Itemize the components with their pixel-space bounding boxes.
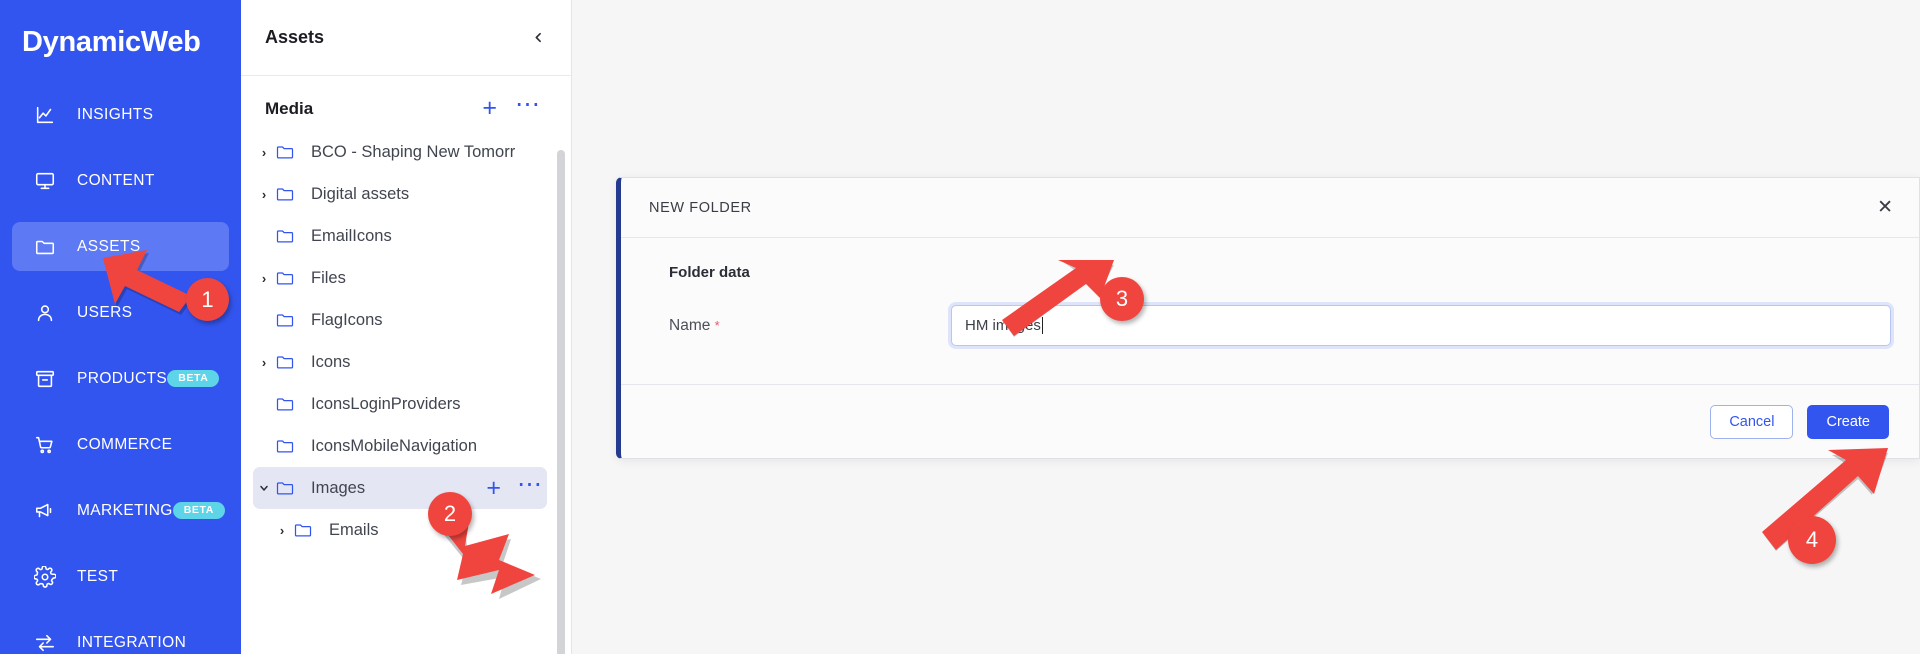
sidebar-item-label: COMMERCE [77,435,173,453]
sidebar-item-insights[interactable]: INSIGHTS [12,90,229,139]
sidebar-item-commerce[interactable]: COMMERCE [12,420,229,469]
monitor-icon [34,170,56,192]
tree-node-label: Icons [311,352,351,371]
folder-name-field-row: Name * HM images [649,305,1891,346]
folder-icon [275,478,297,498]
tree-row[interactable]: › IconsMobileNavigation [253,425,547,467]
annotation-badge-3: 3 [1100,277,1144,321]
close-icon[interactable]: ✕ [1877,198,1893,217]
chevron-right-icon[interactable]: › [253,145,275,160]
folder-icon [275,352,297,372]
sidebar-item-test[interactable]: TEST [12,552,229,601]
annotation-badge-4: 4 [1788,516,1836,564]
sidebar-item-content[interactable]: CONTENT [12,156,229,205]
tree-row-images[interactable]: Images + ⋯ [253,467,547,509]
tree-row[interactable]: › BCO - Shaping New Tomorr [253,131,547,173]
tree-row[interactable]: › FlagIcons [253,299,547,341]
folder-name-label: Name * [649,317,951,335]
folder-icon [275,268,297,288]
shopping-cart-icon [34,434,56,456]
tree-node-label: Emails [329,520,379,539]
tree-row-images-more-button[interactable]: ⋯ [517,472,543,499]
folder-name-label-text: Name [669,316,711,334]
tree-scrollbar[interactable] [557,150,565,654]
brand-logo: DynamicWeb [22,26,201,58]
sidebar-item-label: INTEGRATION [77,633,187,651]
chevron-right-icon[interactable]: › [271,523,293,538]
tree-node-label: BCO - Shaping New Tomorr [311,142,516,161]
tree-row-actions: + ⋯ [486,472,547,501]
ellipsis-icon[interactable]: ⋯ [515,92,541,119]
sidebar-item-label: INSIGHTS [77,105,154,123]
sidebar-item-label: TEST [77,567,119,585]
tree-section-label: Media [265,98,314,118]
chevron-left-icon[interactable] [525,25,551,51]
sidebar-nav-list: INSIGHTS CONTENT ASSETS USERS PRODUCTS B… [0,76,241,654]
tree-row[interactable]: › EmailIcons [253,215,547,257]
tree-row-images-add-button[interactable]: + [486,475,501,501]
sidebar-item-label: PRODUCTS [77,369,168,387]
folder-icon [275,394,297,414]
tree-row[interactable]: › Digital assets [253,173,547,215]
folder-data-heading: Folder data [669,264,750,281]
tree-node-label: IconsMobileNavigation [311,436,478,455]
create-button[interactable]: Create [1807,404,1889,439]
dialog-footer: Cancel Create [621,384,1919,458]
tree-section-media: Media + ⋯ [241,86,571,131]
status-badge: BETA [167,369,220,388]
main-sidebar: DynamicWeb INSIGHTS CONTENT ASSETS USERS… [0,0,241,654]
folder-icon [275,310,297,330]
status-badge: BETA [172,501,225,520]
folder-icon [293,520,315,540]
sidebar-item-integration[interactable]: INTEGRATION [12,618,229,654]
dialog-body: Folder data Name * HM images [621,238,1919,384]
sidebar-item-products[interactable]: PRODUCTS BETA [12,354,229,403]
tree-row[interactable]: › Icons [253,341,547,383]
chevron-right-icon[interactable]: › [253,271,275,286]
dialog-title: NEW FOLDER [649,199,752,216]
folder-icon [275,184,297,204]
tree-node-label: Digital assets [311,184,410,203]
page-title: Assets [265,27,325,47]
folder-icon [275,436,297,456]
tree-node-label: IconsLoginProviders [311,394,461,413]
app-root: DynamicWeb INSIGHTS CONTENT ASSETS USERS… [0,0,1920,654]
user-icon [34,302,56,324]
annotation-badge-1: 1 [186,278,229,321]
sidebar-item-marketing[interactable]: MARKETING BETA [12,486,229,535]
required-asterisk: * [714,317,720,333]
chart-line-icon [34,104,56,126]
archive-box-icon [34,368,56,390]
tree-node-label: Images [311,478,366,497]
tree-node-label: FlagIcons [311,310,383,329]
chevron-down-icon[interactable] [253,482,275,494]
assets-panel-header: Assets [241,0,571,76]
megaphone-icon [34,500,56,522]
sidebar-item-label: MARKETING [77,501,173,519]
dialog-header: NEW FOLDER ✕ [621,178,1919,238]
chevron-right-icon[interactable]: › [253,187,275,202]
chevron-right-icon[interactable]: › [253,355,275,370]
tree-node-label: Files [311,268,346,287]
folder-icon [275,226,297,246]
new-folder-dialog: NEW FOLDER ✕ Folder data Name * HM image… [616,177,1920,459]
tree-row[interactable]: › Files [253,257,547,299]
tree-section-actions: + ⋯ [482,92,541,121]
folder-icon [34,236,56,258]
annotation-badge-2: 2 [428,492,472,536]
sidebar-item-label: CONTENT [77,171,155,189]
tree-row[interactable]: › IconsLoginProviders [253,383,547,425]
plus-icon[interactable]: + [482,96,497,121]
tree-node-label: EmailIcons [311,226,392,245]
cancel-button[interactable]: Cancel [1710,404,1794,439]
gear-icon [34,565,56,588]
folder-icon [275,142,297,162]
transfer-icon [34,632,56,654]
